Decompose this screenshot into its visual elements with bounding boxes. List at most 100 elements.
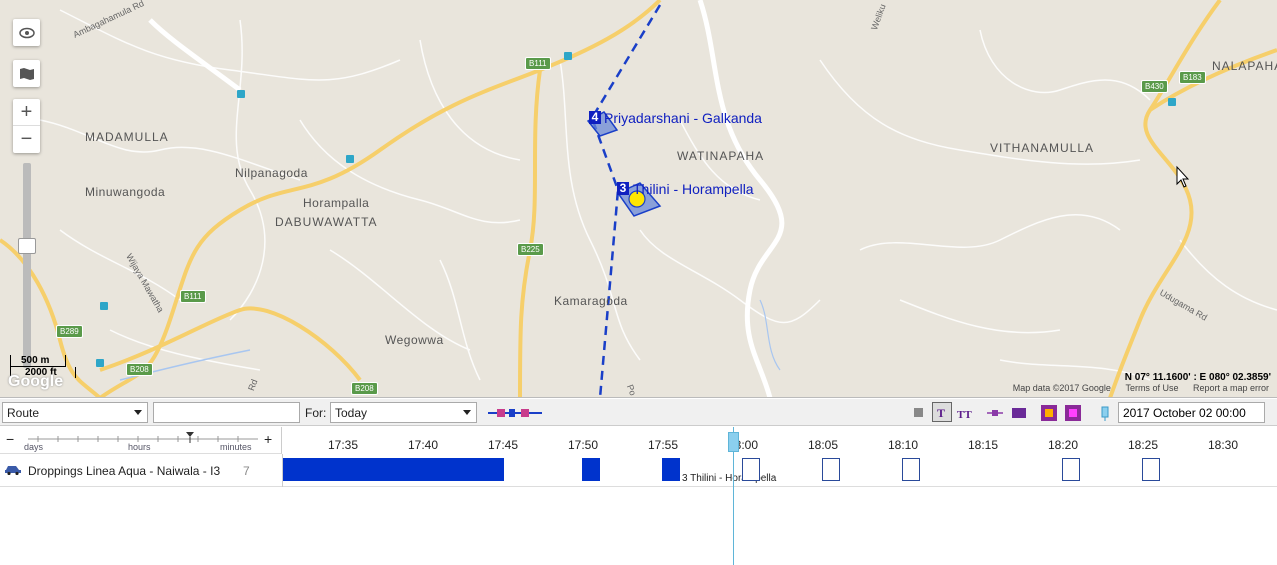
scale-minutes-label: minutes xyxy=(220,442,252,452)
time-tick: 18:25 xyxy=(1128,438,1159,452)
view-select-value: Route xyxy=(7,406,40,420)
points-button[interactable] xyxy=(986,404,1003,421)
date-marker-button[interactable] xyxy=(1096,404,1113,421)
double-text-icon: TT xyxy=(957,409,972,419)
route-shield: B430 xyxy=(1141,80,1168,93)
route-shield: B225 xyxy=(517,243,544,256)
place-label: Kamaragoda xyxy=(554,294,628,308)
map-data-text: Map data ©2017 Google xyxy=(1012,383,1111,393)
place-label: MADAMULLA xyxy=(85,130,169,144)
unit-name[interactable]: Droppings Linea Aqua - Naiwala - I3 xyxy=(28,464,220,478)
period-select[interactable]: Today xyxy=(330,402,477,423)
table-row[interactable]: Droppings Linea Aqua - Naiwala - I3 7 3 … xyxy=(0,454,1277,487)
time-tick: 18:05 xyxy=(808,438,839,452)
zoom-out-button[interactable]: − xyxy=(13,126,40,153)
time-tick: 18:15 xyxy=(968,438,999,452)
time-tick: 17:35 xyxy=(328,438,359,452)
map-attribution: Map data ©2017 Google Terms of Use Repor… xyxy=(1001,383,1269,393)
place-label: VITHANAMULLA xyxy=(990,141,1095,155)
zoom-controls: + − xyxy=(13,99,40,153)
map-view[interactable]: + − MADAMULLA Minuwangoda Nilpanagoda Ho… xyxy=(0,0,1277,398)
zoom-scale-pointer xyxy=(186,432,194,437)
zoom-slider-handle[interactable] xyxy=(18,238,36,254)
route-shield: B111 xyxy=(525,57,551,70)
datetime-input[interactable] xyxy=(1118,402,1265,423)
place-label: NALAPAHA xyxy=(1212,59,1277,73)
zoom-in-button[interactable]: + xyxy=(13,99,40,126)
square-yellow-icon xyxy=(1040,404,1057,421)
time-tick: 18:10 xyxy=(888,438,919,452)
time-tick: 17:55 xyxy=(648,438,679,452)
bars-icon xyxy=(1011,407,1026,418)
route-shield: B208 xyxy=(351,382,378,395)
place-label: Minuwangoda xyxy=(85,185,166,199)
bars-button[interactable] xyxy=(1010,404,1027,421)
svg-text:TT: TT xyxy=(957,409,972,419)
time-tick: 17:45 xyxy=(488,438,519,452)
route-shield: B289 xyxy=(56,325,83,338)
place-label: Nilpanagoda xyxy=(235,166,308,180)
route-shield: B208 xyxy=(126,363,153,376)
timeline-bar[interactable] xyxy=(902,458,920,481)
geofence-label-priyadarshani[interactable]: Priyadarshani - Galkanda xyxy=(604,110,762,126)
stop-button[interactable] xyxy=(910,404,927,421)
route-shield: B111 xyxy=(180,290,206,303)
coordinates-readout: N 07° 11.1600' : E 080° 02.3859' xyxy=(1124,372,1271,383)
timeline-zoom-out-button[interactable]: − xyxy=(6,431,14,447)
time-tick: 17:50 xyxy=(568,438,599,452)
geofence-number-4: 4 xyxy=(589,111,601,124)
view-select[interactable]: Route xyxy=(2,402,148,423)
eye-toggle-button[interactable] xyxy=(13,19,40,46)
svg-text:T: T xyxy=(937,406,945,418)
for-label: For: xyxy=(305,406,327,420)
double-text-button[interactable]: TT xyxy=(956,404,976,421)
current-time-handle[interactable] xyxy=(728,432,739,452)
chevron-down-icon xyxy=(463,410,471,415)
geofence-number-3: 3 xyxy=(617,182,629,195)
place-label: Wegowwa xyxy=(385,333,444,347)
timeline-toolbar: Route For: Today T TT xyxy=(0,399,1277,426)
single-text-button[interactable]: T xyxy=(932,402,952,422)
time-tick: 18:30 xyxy=(1208,438,1239,452)
marker-icon xyxy=(1101,406,1108,421)
eye-icon xyxy=(18,27,35,38)
zoom-slider-track[interactable] xyxy=(23,163,31,368)
geofence-label-thilini[interactable]: Thilini - Horampella xyxy=(633,181,754,197)
timeline-bar-label: 3 Thilini - Horampella xyxy=(682,473,777,484)
timeline-zoom-in-button[interactable]: + xyxy=(264,431,272,447)
scale-hours-label: hours xyxy=(128,442,151,452)
timeline-bar[interactable] xyxy=(1142,458,1160,481)
place-label: DABUWAWATTA xyxy=(275,215,378,229)
map-icon xyxy=(19,67,34,80)
timeline-bar[interactable] xyxy=(1062,458,1080,481)
google-logo: Google xyxy=(8,373,64,390)
time-tick: 17:40 xyxy=(408,438,439,452)
points-icon xyxy=(986,409,1003,416)
scale-days-label: days xyxy=(24,442,44,452)
square-magenta-icon xyxy=(1064,404,1081,421)
timeline-bar[interactable] xyxy=(662,458,680,481)
scale-metric: 500 m xyxy=(10,355,66,367)
report-error-link[interactable]: Report a map error xyxy=(1193,383,1269,393)
map-base-layer xyxy=(0,0,1277,397)
timeline-bar[interactable] xyxy=(742,458,760,481)
place-label: Horampalla xyxy=(303,196,370,210)
unit-count: 7 xyxy=(243,464,250,478)
route-shield: B183 xyxy=(1179,71,1206,84)
timeline-bar[interactable] xyxy=(582,458,600,481)
place-label: WATINAPAHA xyxy=(677,149,765,163)
timeline-bar[interactable] xyxy=(283,458,504,481)
timeline-bar[interactable] xyxy=(822,458,840,481)
stop-icon xyxy=(914,408,923,417)
time-tick: 18:20 xyxy=(1048,438,1079,452)
search-input[interactable] xyxy=(153,402,300,423)
timeline-style-button[interactable] xyxy=(486,404,544,421)
yellow-square-button[interactable] xyxy=(1040,404,1057,421)
magenta-square-button[interactable] xyxy=(1064,404,1081,421)
timeline-panel: − days hours minutes + 17:35 17:40 17:45… xyxy=(0,427,1277,565)
timeline-zoom-scale: − days hours minutes + xyxy=(0,427,282,454)
terms-link[interactable]: Terms of Use xyxy=(1125,383,1178,393)
chevron-down-icon xyxy=(134,410,142,415)
map-type-button[interactable] xyxy=(13,60,40,87)
period-select-value: Today xyxy=(335,406,368,420)
